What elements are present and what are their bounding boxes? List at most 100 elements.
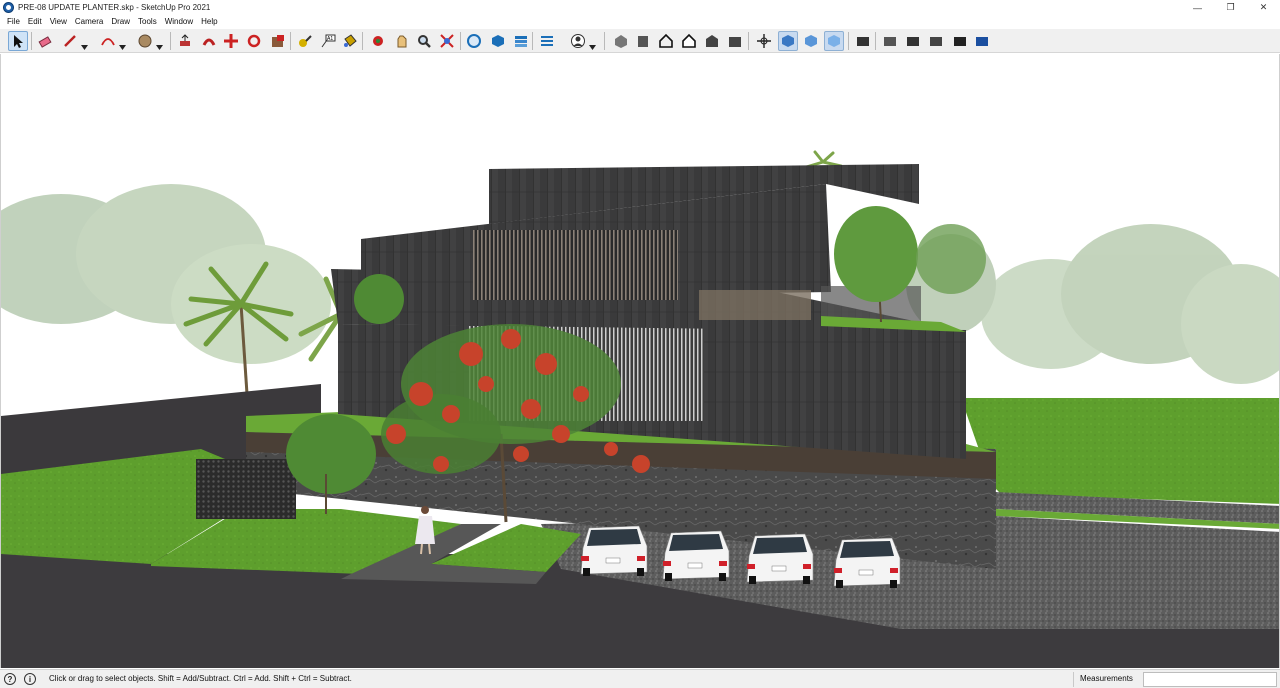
hidden-line-tool-button[interactable] xyxy=(824,31,844,51)
left-view-icon xyxy=(729,37,741,47)
back-edges-tool-button[interactable] xyxy=(778,31,798,51)
measurements-input[interactable] xyxy=(1143,672,1277,687)
style-b-tool-button[interactable] xyxy=(950,31,970,51)
toolbar-separator xyxy=(875,32,876,50)
style-c-tool-button[interactable] xyxy=(972,31,992,51)
toolbar-separator xyxy=(362,32,363,50)
paint-bucket-tool-button[interactable] xyxy=(340,31,360,51)
eraser-tool-button[interactable] xyxy=(35,31,55,51)
car xyxy=(580,525,648,576)
select-arrow-tool-button[interactable] xyxy=(8,31,28,51)
menu-camera[interactable]: Camera xyxy=(71,15,107,29)
title-bar: PRE-08 UPDATE PLANTER.skp - SketchUp Pro… xyxy=(0,0,1280,15)
model-scene xyxy=(1,54,1279,668)
toolbar-separator xyxy=(848,32,849,50)
top-view-tool-button[interactable] xyxy=(633,31,653,51)
menu-edit[interactable]: Edit xyxy=(24,15,46,29)
right-view-tool-button[interactable] xyxy=(679,31,699,51)
shaded-textures-tool-button[interactable] xyxy=(880,31,900,51)
menu-draw[interactable]: Draw xyxy=(107,15,134,29)
push-pull-icon xyxy=(180,34,190,46)
zoom-extents-tool-button[interactable] xyxy=(437,31,457,51)
scale-icon xyxy=(272,35,284,47)
iso-view-tool-button[interactable] xyxy=(611,31,631,51)
minimize-button[interactable]: — xyxy=(1181,0,1214,15)
3d-warehouse-tool-button[interactable] xyxy=(464,31,484,51)
push-pull-tool-button[interactable] xyxy=(175,31,195,51)
status-divider xyxy=(1073,672,1074,687)
move-tool-button[interactable] xyxy=(221,31,241,51)
menu-file[interactable]: File xyxy=(3,15,24,29)
back-view-icon xyxy=(706,35,718,47)
offset-icon xyxy=(202,38,216,46)
zoom-extents-icon xyxy=(440,34,454,48)
car xyxy=(662,530,730,581)
xray-icon xyxy=(757,34,771,48)
lawn-right xyxy=(961,398,1279,504)
chevron-down-icon[interactable] xyxy=(589,38,596,50)
restore-button[interactable]: ❐ xyxy=(1214,0,1247,15)
extension-manager-tool-button[interactable] xyxy=(537,31,557,51)
car xyxy=(746,533,814,584)
account-tool-button[interactable] xyxy=(568,31,588,51)
wireframe-icon xyxy=(805,35,817,47)
left-view-tool-button[interactable] xyxy=(725,31,745,51)
menu-bar: File Edit View Camera Draw Tools Window … xyxy=(0,15,1280,29)
orbit-tool-button[interactable] xyxy=(368,31,388,51)
zoom-icon xyxy=(418,35,431,48)
select-arrow-icon xyxy=(14,35,23,48)
iso-view-icon xyxy=(615,35,627,48)
paint-bucket-icon xyxy=(344,34,357,47)
close-icon: ✕ xyxy=(1259,2,1268,12)
window-title: PRE-08 UPDATE PLANTER.skp - SketchUp Pro… xyxy=(18,3,211,12)
front-view-icon xyxy=(659,33,673,48)
text-label-tool-button[interactable]: A1 xyxy=(318,31,338,51)
wireframe-tool-button[interactable] xyxy=(801,31,821,51)
right-view-icon xyxy=(682,33,696,48)
line-pencil-tool-button[interactable] xyxy=(60,31,80,51)
menu-help[interactable]: Help xyxy=(197,15,221,29)
chevron-down-icon[interactable] xyxy=(119,38,126,50)
shapes-circle-tool-button[interactable] xyxy=(135,31,155,51)
toolbar-separator xyxy=(604,32,605,50)
chevron-down-icon[interactable] xyxy=(156,38,163,50)
close-button[interactable]: ✕ xyxy=(1247,0,1280,15)
toolbar-separator xyxy=(460,32,461,50)
monochrome-icon xyxy=(907,37,919,46)
back-view-tool-button[interactable] xyxy=(702,31,722,51)
layout-tool-button[interactable] xyxy=(511,31,531,51)
tape-measure-tool-button[interactable] xyxy=(295,31,315,51)
tape-measure-icon xyxy=(299,35,312,47)
xray-tool-button[interactable] xyxy=(754,31,774,51)
menu-window[interactable]: Window xyxy=(161,15,197,29)
rotate-tool-button[interactable] xyxy=(244,31,264,51)
layout-icon xyxy=(515,36,527,47)
arc-icon xyxy=(101,38,115,46)
menu-tools[interactable]: Tools xyxy=(134,15,161,29)
model-viewport[interactable] xyxy=(0,54,1280,668)
monochrome-tool-button[interactable] xyxy=(903,31,923,51)
car xyxy=(833,537,901,588)
3d-warehouse-icon xyxy=(467,34,481,48)
pan-hand-tool-button[interactable] xyxy=(392,31,412,51)
eraser-icon xyxy=(38,36,52,48)
window-controls: — ❐ ✕ xyxy=(1181,0,1280,15)
zoom-tool-button[interactable] xyxy=(414,31,434,51)
rotate-icon xyxy=(247,34,261,48)
menu-view[interactable]: View xyxy=(46,15,71,29)
style-c-icon xyxy=(976,37,988,46)
info-icon[interactable]: i xyxy=(24,673,36,685)
arc-tool-button[interactable] xyxy=(98,31,118,51)
extension-warehouse-tool-button[interactable] xyxy=(488,31,508,51)
minimize-icon: — xyxy=(1193,2,1202,13)
scale-tool-button[interactable] xyxy=(268,31,288,51)
offset-tool-button[interactable] xyxy=(199,31,219,51)
geo-location-icon[interactable]: ? xyxy=(4,673,16,685)
chevron-down-icon[interactable] xyxy=(81,38,88,50)
shaded-textures-icon xyxy=(884,37,896,46)
move-icon xyxy=(224,34,238,48)
style-a-tool-button[interactable] xyxy=(926,31,946,51)
front-view-tool-button[interactable] xyxy=(656,31,676,51)
shaded-tool-button[interactable] xyxy=(853,31,873,51)
restore-icon: ❐ xyxy=(1226,2,1235,12)
